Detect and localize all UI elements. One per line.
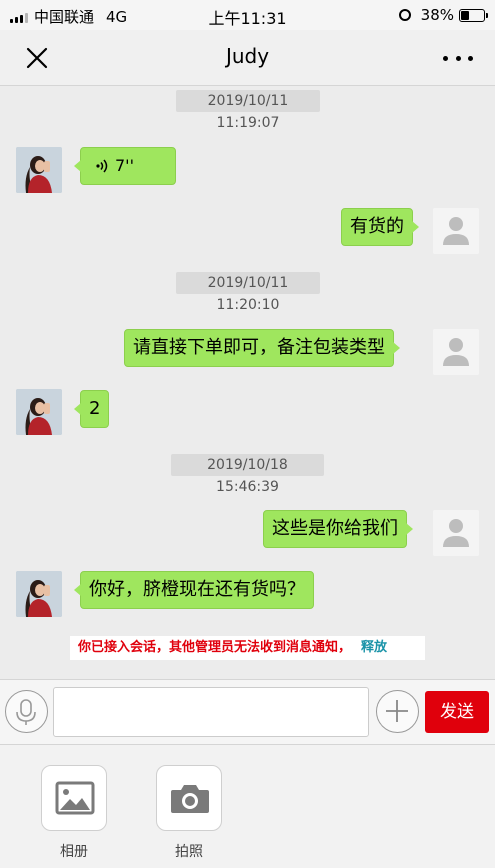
- alarm-icon: [398, 9, 411, 21]
- attachment-panel: 相册 拍照: [0, 745, 495, 868]
- self-avatar[interactable]: [433, 208, 479, 254]
- contact-avatar[interactable]: [16, 147, 62, 193]
- plus-icon[interactable]: [376, 690, 419, 733]
- chat-area[interactable]: 2019/10/11 11:19:07 7'' 有货的 2019/10/11 1…: [0, 87, 495, 679]
- more-dots-icon[interactable]: [443, 46, 473, 70]
- message-input[interactable]: [53, 687, 369, 737]
- self-avatar[interactable]: [433, 329, 479, 375]
- contact-avatar[interactable]: [16, 389, 62, 435]
- timestamp: 2019/10/11 11:20:10: [176, 272, 320, 313]
- album-label: 相册: [60, 844, 88, 860]
- voice-duration: 7'': [115, 156, 134, 175]
- nav-bar: Judy: [0, 30, 495, 86]
- camera-icon[interactable]: [156, 765, 222, 831]
- input-bar: 发送: [0, 679, 495, 745]
- outgoing-message[interactable]: 请直接下单即可，备注包装类型: [124, 329, 400, 367]
- microphone-icon[interactable]: [5, 690, 48, 733]
- notice-text: 你已接入会话，其他管理员无法收到消息通知，: [78, 640, 352, 655]
- battery-percent: 38%: [420, 6, 454, 24]
- timestamp: 2019/10/18 15:46:39: [171, 454, 324, 495]
- album-tool[interactable]: 相册: [41, 765, 107, 861]
- contact-avatar[interactable]: [16, 571, 62, 617]
- incoming-message[interactable]: 2: [73, 390, 110, 428]
- release-link[interactable]: 释放: [361, 640, 387, 655]
- timestamp: 2019/10/11 11:19:07: [176, 90, 320, 131]
- voice-wave-icon: [96, 159, 108, 173]
- image-icon[interactable]: [41, 765, 107, 831]
- battery-icon: [459, 8, 488, 22]
- session-notice: 你已接入会话，其他管理员无法收到消息通知， 释放: [70, 636, 425, 660]
- voice-message[interactable]: 7'': [74, 147, 176, 185]
- camera-label: 拍照: [175, 844, 203, 860]
- self-avatar[interactable]: [433, 510, 479, 556]
- send-button[interactable]: 发送: [425, 691, 489, 733]
- chat-title: Judy: [225, 44, 270, 68]
- status-right: 38%: [398, 6, 488, 24]
- outgoing-message[interactable]: 这些是你给我们: [263, 510, 413, 548]
- camera-tool[interactable]: 拍照: [156, 765, 222, 861]
- outgoing-message[interactable]: 有货的: [341, 208, 419, 246]
- incoming-message[interactable]: 你好，脐橙现在还有货吗？: [74, 571, 314, 609]
- status-bar: 中国联通 4G 上午11:31 38%: [0, 0, 495, 30]
